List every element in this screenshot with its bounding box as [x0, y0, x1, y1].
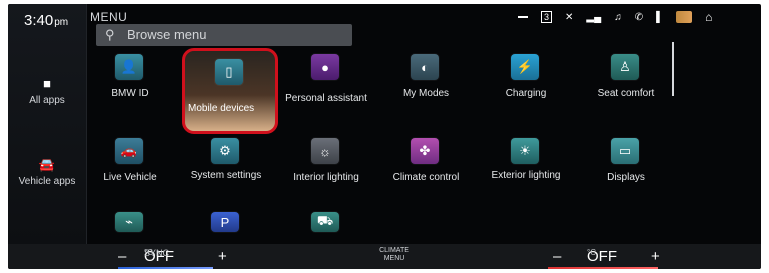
tile-label: System settings [190, 170, 262, 181]
right-temp-unit: °C [587, 248, 596, 257]
left-minus-button[interactable]: – [118, 248, 126, 265]
tile-charging[interactable]: ⚡ Charging [484, 48, 568, 112]
tile-label: Climate control [392, 172, 460, 183]
tile-label: Displays [607, 172, 645, 183]
microphone-icon: ▌ [656, 11, 664, 23]
phone-muted-icon: ✆ [634, 11, 644, 23]
vehicle-apps-button[interactable]: 🚘 Vehicle apps [8, 157, 86, 188]
right-minus-button[interactable]: – [553, 248, 561, 265]
tile-interior-lighting[interactable]: ☼ Interior lighting [284, 132, 368, 196]
fan-icon: ✤ [411, 138, 439, 164]
clock: 3:40pm [24, 12, 68, 29]
search-input[interactable]: ⚲ Browse menu [96, 24, 352, 46]
right-temp-underline [548, 267, 658, 269]
phone-icon: ▯ [215, 59, 243, 85]
minimize-bar-icon [518, 16, 528, 18]
tile-row3-2[interactable]: P [184, 208, 268, 244]
tile-live-vehicle[interactable]: 🚗 Live Vehicle [88, 132, 172, 196]
vehicle-apps-label: Vehicle apps [18, 176, 76, 187]
gear-icon: ⚙ [211, 138, 239, 164]
parking-icon: P [211, 212, 239, 232]
tile-row3-3[interactable]: ⛟ [284, 208, 368, 244]
seat-icon: ♙ [611, 54, 639, 80]
climate-label: CLIMATE [379, 247, 409, 254]
tile-mobile-devices[interactable]: ▯ Mobile devices [182, 48, 278, 134]
sidebar: 3:40pm ■ All apps 🚘 Vehicle apps [8, 4, 87, 244]
tile-my-modes[interactable]: ◐ My Modes [384, 48, 468, 112]
tile-label: Exterior lighting [491, 170, 561, 181]
sync-label: SYNC [144, 248, 170, 258]
car-icon: 🚘 [38, 157, 56, 172]
tile-climate-control[interactable]: ✤ Climate control [384, 132, 468, 196]
tile-system-settings[interactable]: ⚙ System settings [184, 132, 268, 196]
tile-bmw-id[interactable]: 👤 BMW ID [88, 48, 172, 112]
signal-disabled-icon: ✕ [565, 11, 574, 23]
car-icon: 🚗 [115, 138, 143, 164]
infotainment-screen: 3:40pm ■ All apps 🚘 Vehicle apps MENU 3 … [8, 4, 761, 269]
tile-label: Interior lighting [293, 172, 359, 183]
tile-displays[interactable]: ▭ Displays [584, 132, 668, 196]
all-apps-label: All apps [29, 95, 65, 106]
tile-label: Live Vehicle [103, 172, 157, 183]
all-apps-button[interactable]: ■ All apps [8, 76, 86, 107]
tile-exterior-lighting[interactable]: ☀ Exterior lighting [484, 132, 568, 196]
clock-suffix: pm [54, 17, 69, 28]
modes-icon: ◐ [411, 54, 439, 80]
grid-icon: ■ [43, 76, 51, 91]
tile-label: Mobile devices [188, 103, 255, 114]
page-title: MENU [90, 10, 128, 24]
tile-label: My Modes [402, 88, 450, 99]
climate-bar: – OFF °C SYNC + CLIMATE MENU – OFF °C + [8, 244, 761, 269]
car-wash-icon: ⌁ [115, 212, 143, 232]
vehicle-icon: ⛟ [311, 212, 339, 232]
search-icon: ⚲ [105, 27, 115, 42]
right-plus-button[interactable]: + [651, 248, 660, 265]
media-thumbnail-icon [676, 11, 693, 23]
tile-label: Personal assistant [285, 93, 367, 104]
assistant-icon: ● [311, 54, 339, 80]
home-icon[interactable]: ⌂ [705, 10, 712, 24]
status-bar: 3 ✕ ▂▄ ♫ ✆ ▌ ⌂ [518, 6, 761, 28]
exterior-light-icon: ☀ [511, 138, 539, 164]
display-icon: ▭ [611, 138, 639, 164]
tile-row3-1[interactable]: ⌁ [88, 208, 172, 244]
charging-icon: ⚡ [511, 54, 539, 80]
menu-label: MENU [383, 255, 405, 262]
person-icon: 👤 [115, 54, 143, 80]
tile-personal-assistant[interactable]: ● Personal assistant [284, 48, 368, 112]
music-note-icon: ♫ [614, 11, 622, 23]
left-plus-button[interactable]: + [218, 248, 227, 265]
left-temp-underline [118, 267, 213, 269]
tile-label: BMW ID [111, 88, 149, 99]
tile-seat-comfort[interactable]: ♙ Seat comfort [584, 48, 668, 112]
cellular-signal-icon: ▂▄ [586, 11, 602, 23]
search-placeholder: Browse menu [127, 27, 207, 42]
clock-time: 3:40 [24, 12, 54, 29]
climate-menu-button[interactable]: CLIMATE MENU [372, 247, 416, 263]
tile-label: Seat comfort [597, 88, 655, 99]
badge-icon: 3 [541, 11, 553, 23]
interior-light-icon: ☼ [311, 138, 339, 164]
tile-label: Charging [505, 88, 547, 99]
scrollbar[interactable] [672, 42, 674, 96]
